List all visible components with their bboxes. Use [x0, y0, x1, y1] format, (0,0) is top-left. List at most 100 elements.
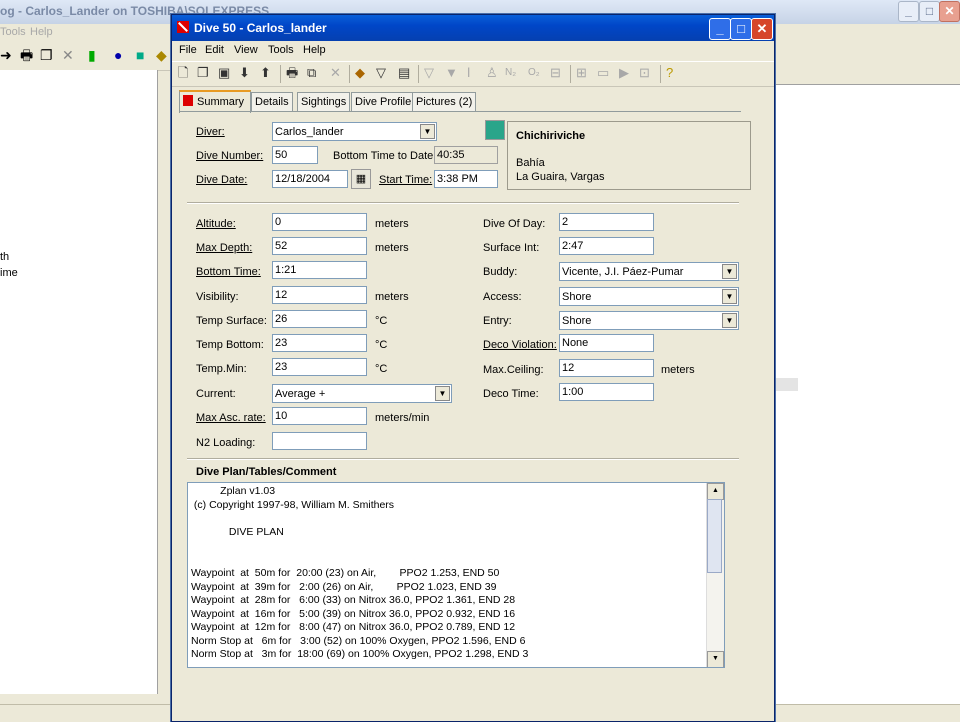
surface-int-field[interactable]: 2:47: [559, 237, 654, 255]
temp-bottom-field[interactable]: 23: [272, 334, 367, 352]
current-select[interactable]: Average + ▼: [272, 384, 452, 403]
divider: [187, 458, 739, 460]
camera-icon[interactable]: ▤: [398, 66, 410, 80]
bg-delete-icon[interactable]: ✕: [62, 48, 74, 62]
calendar-icon[interactable]: ▦: [351, 169, 371, 189]
dive-plan-textarea[interactable]: Zplan v1.03 (c) Copyright 1997-98, Willi…: [187, 482, 725, 668]
tank-icon[interactable]: ⊟: [550, 66, 561, 80]
temp-surface-field[interactable]: 26: [272, 310, 367, 328]
temp-min-field[interactable]: 23: [272, 358, 367, 376]
dialog-menubar: File Edit View Tools Help: [172, 41, 774, 61]
max-depth-field[interactable]: 52: [272, 237, 367, 255]
monitor-icon[interactable]: ▭: [597, 66, 609, 80]
bg-chart-icon[interactable]: ▮: [88, 48, 96, 62]
funnel-icon[interactable]: ▽: [424, 66, 434, 80]
minimize-button[interactable]: _: [709, 18, 731, 40]
dive-number-field[interactable]: 50: [272, 146, 318, 164]
dive-of-day-field[interactable]: 2: [559, 213, 654, 231]
visibility-field[interactable]: 12: [272, 286, 367, 304]
bg-close-button[interactable]: ✕: [939, 1, 960, 22]
n2-icon[interactable]: N₂: [505, 66, 516, 80]
chevron-down-icon[interactable]: ▼: [722, 313, 737, 328]
start-time-field[interactable]: 3:38 PM: [434, 170, 498, 188]
tab-dive-profile[interactable]: Dive Profile: [351, 92, 416, 111]
dive-date-field[interactable]: 12/18/2004: [272, 170, 348, 188]
bg-print-icon[interactable]: 🖶: [20, 48, 33, 62]
n2-loading-label: N2 Loading:: [196, 437, 256, 449]
menu-help[interactable]: Help: [303, 44, 326, 56]
scroll-down-icon[interactable]: ▼: [707, 651, 724, 667]
maximize-button[interactable]: □: [730, 18, 752, 40]
buddy-select[interactable]: Vicente, J.I. Páez-Pumar ▼: [559, 262, 739, 281]
tab-label: Summary: [197, 96, 245, 108]
filter-icon[interactable]: ▽: [376, 66, 386, 80]
o2-icon[interactable]: O₂: [528, 66, 540, 80]
menu-tools[interactable]: Tools: [268, 44, 294, 56]
bg-selected-row[interactable]: [773, 378, 798, 391]
scroll-thumb[interactable]: [707, 499, 722, 573]
temp-bottom-label: Temp Bottom:: [196, 339, 264, 351]
arrow-up-icon[interactable]: ⬆: [260, 66, 271, 80]
current-value: Average +: [275, 388, 326, 400]
max-asc-rate-unit: meters/min: [375, 412, 430, 424]
deco-violation-field[interactable]: None: [559, 334, 654, 352]
diver-value: Carlos_lander: [275, 126, 344, 138]
chevron-down-icon[interactable]: ▼: [722, 264, 737, 279]
close-button[interactable]: ✕: [751, 18, 773, 40]
tab-summary[interactable]: Summary: [179, 90, 251, 113]
n2-loading-field[interactable]: [272, 432, 367, 450]
chevron-down-icon[interactable]: ▼: [435, 386, 450, 401]
play-icon[interactable]: ▶: [619, 66, 629, 80]
bg-user-icon[interactable]: ●: [114, 48, 122, 62]
bg-left-item[interactable]: ime: [0, 267, 18, 279]
save-icon[interactable]: ▣: [218, 66, 230, 80]
delete-icon[interactable]: ✕: [330, 66, 341, 80]
max-asc-rate-field[interactable]: 10: [272, 407, 367, 425]
bg-menu-help[interactable]: Help: [30, 26, 53, 38]
bg-map-icon[interactable]: ■: [136, 48, 144, 62]
diver-photo-icon[interactable]: [485, 120, 505, 140]
bg-menu-tools[interactable]: Tools: [0, 26, 26, 38]
altitude-field[interactable]: 0: [272, 213, 367, 231]
bg-left-item[interactable]: th: [0, 251, 9, 263]
start-time-label: Start Time:: [379, 174, 433, 186]
grid-icon[interactable]: ⊞: [576, 66, 587, 80]
max-ceiling-label: Max.Ceiling:: [483, 364, 544, 376]
bg-minimize-button[interactable]: _: [898, 1, 919, 22]
bg-fish-icon[interactable]: ◆: [156, 48, 167, 62]
bottom-time-field[interactable]: 1:21: [272, 261, 367, 279]
tab-sightings[interactable]: Sightings: [297, 92, 351, 111]
diver-select[interactable]: Carlos_lander ▼: [272, 122, 437, 141]
plan-scrollbar[interactable]: ▲ ▼: [706, 483, 724, 667]
diver-icon[interactable]: ♙: [486, 66, 498, 80]
entry-select[interactable]: Shore ▼: [559, 311, 739, 330]
altitude-unit: meters: [375, 218, 409, 230]
scroll-up-icon[interactable]: ▲: [707, 483, 724, 500]
toolbar-separator: [280, 65, 281, 83]
menu-file[interactable]: File: [179, 44, 197, 56]
help-icon[interactable]: ?: [666, 66, 673, 80]
export-icon[interactable]: ⊡: [639, 66, 650, 80]
chevron-down-icon[interactable]: ▼: [722, 289, 737, 304]
fish-icon[interactable]: ◆: [355, 66, 365, 80]
print-icon[interactable]: 🖶: [286, 66, 298, 80]
dive-flag-icon: [183, 95, 193, 106]
copy-icon[interactable]: ❐: [197, 66, 209, 80]
arrow-down-icon[interactable]: ⬇: [239, 66, 250, 80]
thermometer-icon[interactable]: ǀ: [467, 66, 470, 80]
funnel-filled-icon[interactable]: ▼: [445, 66, 458, 80]
bg-copy-icon[interactable]: ❐: [40, 48, 53, 62]
menu-edit[interactable]: Edit: [205, 44, 224, 56]
bg-arrow-icon[interactable]: ➜: [0, 48, 12, 62]
deco-time-field[interactable]: 1:00: [559, 383, 654, 401]
chevron-down-icon[interactable]: ▼: [420, 124, 435, 139]
access-select[interactable]: Shore ▼: [559, 287, 739, 306]
tab-pictures[interactable]: Pictures (2): [412, 92, 477, 111]
max-ceiling-field[interactable]: 12: [559, 359, 654, 377]
duplicate-icon[interactable]: ⧉: [307, 66, 316, 80]
bg-maximize-button[interactable]: □: [919, 1, 940, 22]
tab-details[interactable]: Details: [251, 92, 293, 111]
menu-view[interactable]: View: [234, 44, 258, 56]
new-icon[interactable]: 🗋: [178, 66, 188, 80]
temp-bottom-unit: °C: [375, 339, 388, 351]
